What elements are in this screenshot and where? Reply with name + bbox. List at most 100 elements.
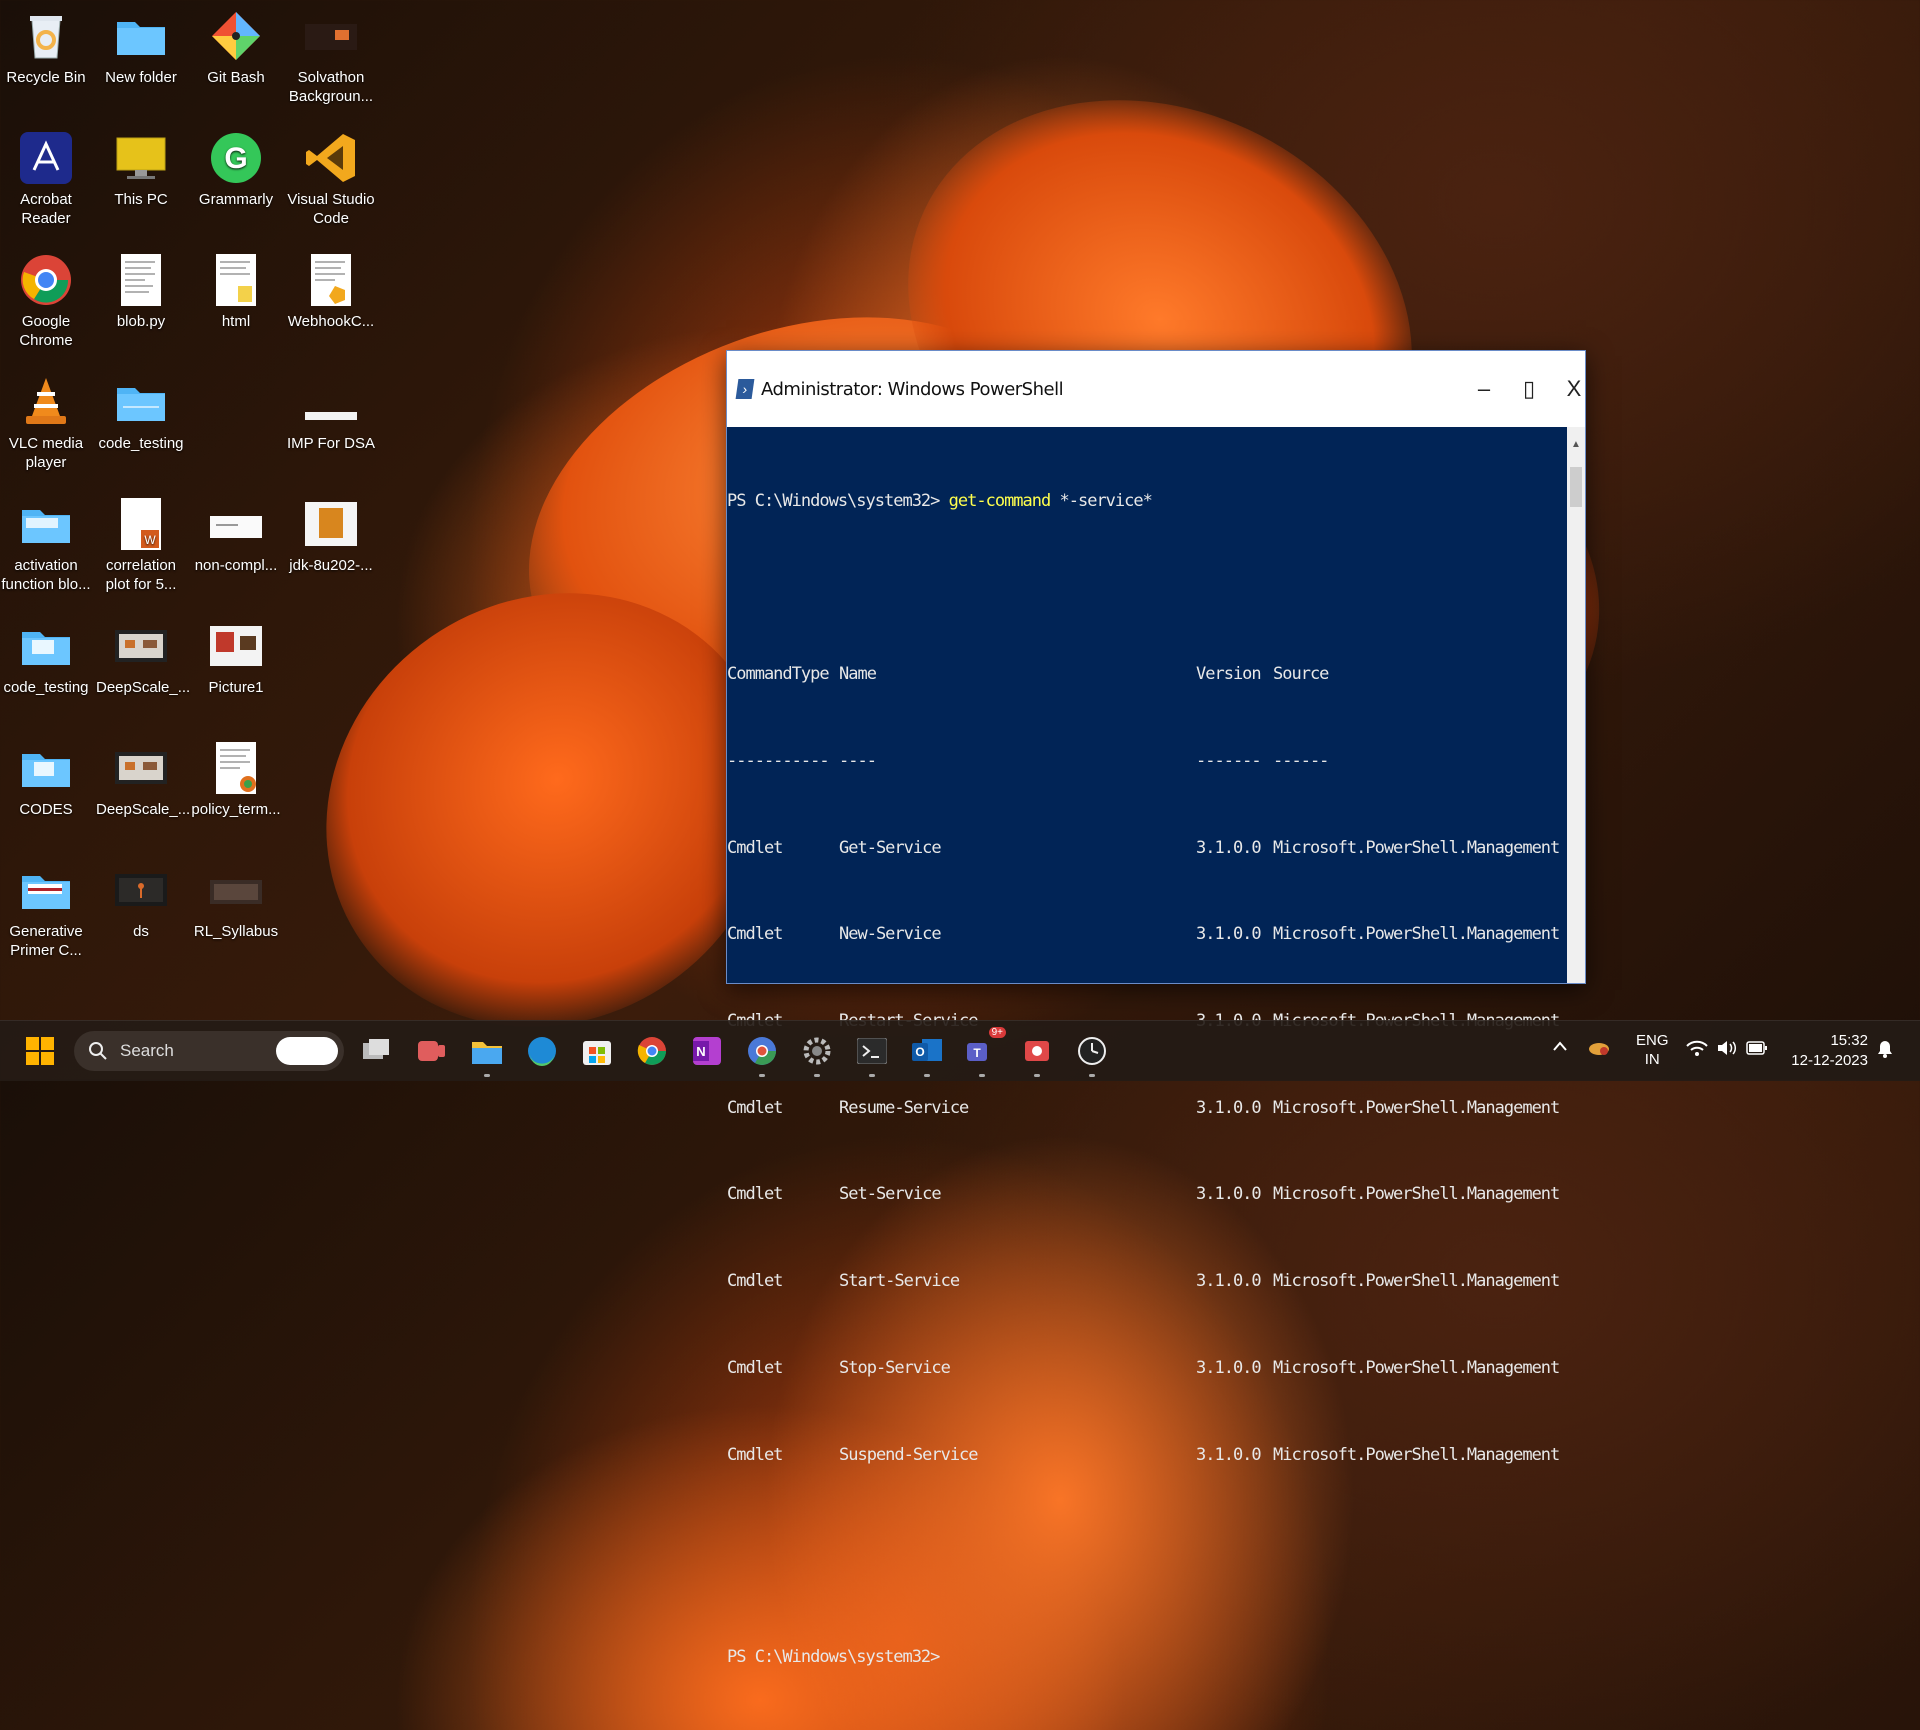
settings-icon[interactable] [797, 1031, 837, 1077]
desktop-icon-codes[interactable]: CODES [1, 738, 91, 819]
header-commandtype: CommandType [727, 664, 830, 685]
table-separator: ----------- ---- ------- ------ [727, 747, 1567, 776]
cell-type: Cmdlet [727, 837, 783, 858]
region-code: IN [1644, 1051, 1660, 1068]
desktop-icon-deepscale-2[interactable]: DeepScale_... [96, 738, 190, 819]
search-highlight-icon[interactable] [276, 1037, 338, 1065]
task-view-icon[interactable] [357, 1031, 397, 1071]
powershell-window[interactable]: › Administrator: Windows PowerShell – ▯ … [726, 350, 1586, 1667]
file-explorer-icon[interactable] [467, 1031, 507, 1077]
chrome-dev-icon[interactable] [742, 1031, 782, 1077]
cell-version: 3.1.0.0 [1196, 1444, 1262, 1465]
notification-bell-icon[interactable] [1876, 1039, 1894, 1063]
teams-new-icon[interactable]: T 9+ [962, 1027, 1006, 1077]
running-indicator [1089, 1074, 1095, 1077]
date-display: 12-12-2023 [1791, 1052, 1868, 1069]
desktop-icon-picture1[interactable]: Picture1 [191, 616, 281, 697]
vertical-scrollbar[interactable]: ▲ [1567, 427, 1585, 983]
window-titlebar[interactable]: › Administrator: Windows PowerShell – ▯ … [727, 351, 1585, 427]
desktop-icon-activation-function[interactable]: activation function blo... [1, 494, 91, 594]
cell-source: Microsoft.PowerShell.Management [1273, 1357, 1560, 1378]
cell-type: Cmdlet [727, 1184, 783, 1205]
cell-type: Cmdlet [727, 1097, 783, 1118]
desktop-icon-vscode[interactable]: Visual Studio Code [286, 128, 376, 228]
clock-date[interactable]: 15:32 12-12-2023 [1784, 1031, 1868, 1071]
desktop-icon-generative-primer[interactable]: Generative Primer C... [1, 860, 91, 960]
desktop-icon-rl-syllabus[interactable]: RL_Syllabus [191, 860, 281, 941]
desktop-icon-code-testing-2[interactable]: code_testing [1, 616, 91, 697]
desktop-icon-git-bash[interactable]: Git Bash [191, 6, 281, 87]
scrollbar-thumb[interactable] [1570, 467, 1582, 507]
scroll-up-arrow-icon[interactable]: ▲ [1571, 439, 1581, 450]
desktop-icon-jdk[interactable]: jdk-8u202-... [286, 494, 376, 575]
desktop-icon-vlc[interactable]: VLC media player [1, 372, 91, 472]
desktop-icon-solvathon-background[interactable]: Solvathon Backgroun... [286, 6, 376, 106]
console-output[interactable]: PS C:\Windows\system32> get-command *-se… [727, 427, 1567, 1667]
table-row: Cmdlet Start-Service 3.1.0.0 Microsoft.P… [727, 1267, 1567, 1296]
window-title: Administrator: Windows PowerShell [761, 378, 1064, 400]
desktop-icon-correlation-plot[interactable]: W correlation plot for 5... [96, 494, 186, 594]
desktop-icon-grammarly[interactable]: G Grammarly [191, 128, 281, 209]
start-icon[interactable] [20, 1031, 60, 1071]
close-button[interactable]: X [1557, 373, 1591, 405]
desktop-icon-non-compl[interactable]: non-compl... [191, 494, 281, 575]
desktop-icon-code-testing[interactable]: code_testing [96, 372, 186, 453]
text-file-icon [210, 254, 262, 306]
chevron-up-icon[interactable] [1552, 1039, 1568, 1056]
time-display: 15:32 [1830, 1032, 1868, 1049]
desktop-icon-policy-term[interactable]: policy_term... [191, 738, 281, 819]
cell-source: Microsoft.PowerShell.Management [1273, 1184, 1560, 1205]
clock-icon[interactable] [1072, 1031, 1112, 1077]
table-row: Cmdlet Set-Service 3.1.0.0 Microsoft.Pow… [727, 1180, 1567, 1209]
acrobat-icon [20, 132, 72, 184]
header-version: Version [1196, 664, 1262, 685]
snipping-tool-icon[interactable] [1017, 1031, 1057, 1077]
onenote-icon[interactable]: N [687, 1031, 727, 1071]
svg-text:G: G [224, 142, 247, 175]
taskbar-search-box[interactable]: Search [74, 1031, 344, 1071]
maximize-button[interactable]: ▯ [1512, 373, 1546, 405]
command-line: PS C:\Windows\system32> get-command *-se… [727, 487, 1567, 516]
desktop-icon-grid: Recycle Bin New folder Git Bash Solvatho… [0, 0, 400, 990]
store-icon[interactable] [577, 1031, 617, 1071]
onedrive-icon[interactable] [1588, 1039, 1610, 1059]
cell-version: 3.1.0.0 [1196, 837, 1262, 858]
edge-icon[interactable] [522, 1031, 562, 1071]
this-pc-icon [115, 132, 167, 184]
cell-name: Get-Service [839, 837, 942, 858]
cell-name: New-Service [839, 924, 942, 945]
search-icon [89, 1042, 107, 1060]
command-argument: *-service* [1059, 490, 1153, 511]
minimize-button[interactable]: – [1467, 373, 1501, 405]
wifi-icon[interactable] [1686, 1039, 1708, 1061]
desktop-icon-acrobat-reader[interactable]: Acrobat Reader [1, 128, 91, 228]
desktop-icon-imp-for-dsa[interactable]: IMP For DSA [286, 372, 376, 453]
battery-icon[interactable] [1746, 1041, 1768, 1059]
desktop-icon-html[interactable]: html [191, 250, 281, 331]
command-name: get-command [948, 490, 1052, 511]
desktop-icon-google-chrome[interactable]: Google Chrome [1, 250, 91, 350]
desktop-icon-recycle-bin[interactable]: Recycle Bin [1, 6, 91, 87]
desktop-icon-deepscale-1[interactable]: DeepScale_... [96, 616, 190, 697]
vscode-icon [305, 132, 357, 184]
svg-text:T: T [973, 1046, 981, 1060]
outlook-icon[interactable]: O [907, 1031, 947, 1077]
cell-source: Microsoft.PowerShell.Management [1273, 837, 1560, 858]
cell-source: Microsoft.PowerShell.Management [1273, 924, 1560, 945]
desktop-icon-webhook[interactable]: WebhookC... [286, 250, 376, 331]
desktop-icon-ds[interactable]: ds [96, 860, 186, 941]
teams-icon[interactable] [412, 1031, 452, 1071]
desktop-icon-this-pc[interactable]: This PC [96, 128, 186, 209]
header-name: Name [839, 664, 877, 685]
final-prompt[interactable]: PS C:\Windows\system32> [727, 1643, 1567, 1672]
table-row: Cmdlet Get-Service 3.1.0.0 Microsoft.Pow… [727, 834, 1567, 863]
terminal-icon[interactable] [852, 1031, 892, 1077]
chrome-icon[interactable] [632, 1031, 672, 1071]
desktop-icon-new-folder[interactable]: New folder [96, 6, 186, 87]
folder-icon [20, 742, 72, 794]
volume-icon[interactable] [1716, 1039, 1738, 1061]
svg-text:W: W [144, 533, 156, 547]
table-row: Cmdlet New-Service 3.1.0.0 Microsoft.Pow… [727, 920, 1567, 949]
desktop-icon-blob-py[interactable]: blob.py [96, 250, 186, 331]
language-indicator[interactable]: ENG IN [1636, 1031, 1669, 1069]
